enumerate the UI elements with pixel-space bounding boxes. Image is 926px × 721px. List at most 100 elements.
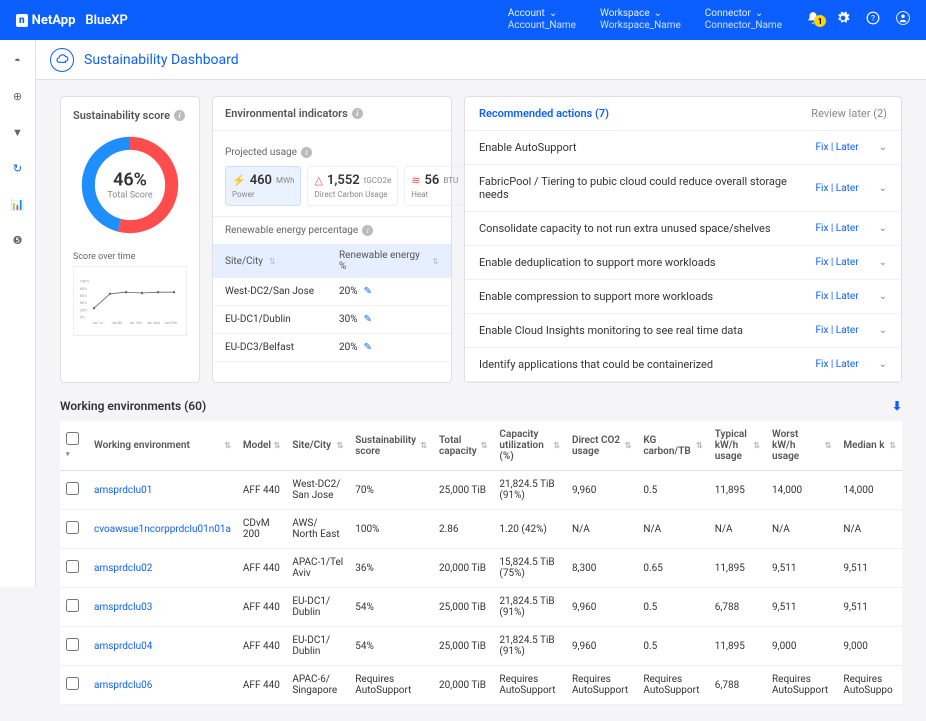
svg-text:60%: 60% [80, 293, 87, 298]
info-icon[interactable]: i [301, 147, 312, 158]
score-donut-chart: 46% Total Score [75, 130, 185, 240]
column-header[interactable]: KG carbon/TB⇅ [637, 421, 708, 471]
page-title: Sustainability Dashboard [84, 52, 239, 68]
env-link[interactable]: cvoawsue1ncorpprdclu01n01a [94, 524, 231, 535]
edit-icon[interactable]: ✎ [364, 314, 372, 325]
column-header[interactable]: Median k⇅ [837, 421, 902, 471]
recommended-actions-card: Recommended actions (7) Review later (2)… [464, 96, 902, 383]
chevron-down-icon[interactable]: ⌄ [879, 183, 887, 194]
metric-tile[interactable]: ⚡460MWhPower [225, 166, 301, 206]
chevron-down-icon[interactable]: ⌄ [879, 359, 887, 370]
gear-icon[interactable] [836, 11, 850, 29]
user-icon[interactable] [896, 11, 910, 29]
recommendation-row: FabricPool / Tiering to pubic cloud coul… [465, 165, 901, 212]
row-checkbox[interactable] [66, 599, 79, 612]
row-checkbox[interactable] [66, 482, 79, 495]
row-checkbox[interactable] [66, 560, 79, 573]
table-row: cvoawsue1ncorpprdclu01n01a CDvM 200AWS/ … [60, 510, 902, 549]
recommendation-row: Enable deduplication to support more wor… [465, 246, 901, 280]
svg-text:Jan 22nd: Jan 22nd [147, 321, 160, 325]
sidebar-shield-icon[interactable]: ▼ [10, 124, 26, 140]
table-row: amsprdclu04 AFF 440EU-DC1/ Dublin54%25,0… [60, 627, 902, 666]
fix-later-link[interactable]: Fix | Later [815, 223, 858, 234]
fix-later-link[interactable]: Fix | Later [815, 291, 858, 302]
help-icon[interactable]: ? [866, 11, 880, 29]
column-header[interactable]: Sustainability score⇅ [349, 421, 433, 471]
metric-tile[interactable]: ≋56BTUHeat [404, 166, 465, 206]
column-header[interactable]: Total capacity⇅ [433, 421, 493, 471]
score-over-time-chart: 100%80%60%50%25%0% Jan 1stJan 8thJan 15t… [73, 266, 187, 336]
svg-text:?: ? [871, 13, 875, 23]
column-header[interactable]: Typical kW/h usage⇅ [709, 421, 766, 471]
chevron-down-icon[interactable]: ⌄ [879, 291, 887, 302]
row-checkbox[interactable] [66, 677, 79, 690]
download-icon[interactable]: ⬇ [892, 399, 902, 413]
sidebar-globe-icon[interactable]: ⊕ [10, 88, 26, 104]
fix-later-link[interactable]: Fix | Later [815, 359, 858, 370]
chevron-down-icon[interactable]: ⌄ [879, 142, 887, 153]
recommendation-row: Enable compression to support more workl… [465, 280, 901, 314]
chevron-down-icon: ⌄ [654, 8, 662, 20]
svg-text:25%: 25% [80, 307, 87, 312]
working-environments-table: ▾Working environment⇅Model⇅Site/City⇅Sus… [60, 421, 902, 705]
sidebar-chart-icon[interactable]: 📊 [10, 196, 26, 212]
chevron-down-icon: ⌄ [549, 8, 557, 20]
chevron-down-icon[interactable]: ⌄ [879, 223, 887, 234]
top-header: n NetApp BlueXP Account⌄ Account_Name Wo… [0, 0, 926, 40]
env-link[interactable]: amsprdclu01 [94, 485, 152, 496]
svg-text:50%: 50% [80, 300, 87, 305]
svg-text:Jan 8th: Jan 8th [112, 321, 123, 325]
recommendation-row: Consolidate capacity to not run extra un… [465, 212, 901, 246]
connector-selector[interactable]: Connector⌄ Connector_Name [705, 8, 782, 32]
env-link[interactable]: amsprdclu03 [94, 602, 152, 613]
metric-icon: ⚡ [232, 174, 246, 187]
info-icon[interactable]: i [174, 110, 185, 121]
brand: BlueXP [85, 13, 127, 28]
working-environments-title: Working environments (60) [60, 399, 206, 413]
sustainability-score-card: Sustainability scorei 46% Total Score Sc… [60, 96, 200, 383]
renewable-row: EU-DC1/Dublin30%✎ [213, 306, 451, 334]
table-row: amsprdclu01 AFF 440West-DC2/ San Jose70%… [60, 471, 902, 510]
column-header[interactable]: Worst kW/h usage⇅ [766, 421, 837, 471]
svg-text:Jan 1st: Jan 1st [92, 321, 103, 325]
netapp-logo: n NetApp [16, 13, 75, 28]
sidebar-dashboard-icon[interactable]: ◓ [10, 52, 26, 68]
fix-later-link[interactable]: Fix | Later [815, 325, 858, 336]
column-header[interactable]: Site/City⇅ [286, 421, 349, 471]
svg-text:Jan 29th: Jan 29th [164, 321, 177, 325]
page-subheader: Sustainability Dashboard [0, 40, 926, 80]
env-link[interactable]: amsprdclu04 [94, 641, 152, 652]
env-link[interactable]: amsprdclu02 [94, 563, 152, 574]
sidebar-cost-icon[interactable]: ❺ [10, 232, 26, 248]
workspace-selector[interactable]: Workspace⌄ Workspace_Name [600, 8, 681, 32]
chevron-down-icon[interactable]: ⌄ [879, 325, 887, 336]
env-indicators-card: Environmental indicatorsi Projected usag… [212, 96, 452, 383]
chevron-down-icon[interactable]: ⌄ [879, 257, 887, 268]
edit-icon[interactable]: ✎ [364, 286, 372, 297]
row-checkbox[interactable] [66, 638, 79, 651]
notification-bell-icon[interactable]: 1 [806, 11, 820, 29]
column-header[interactable]: Capacity utilization (%)⇅ [493, 421, 566, 471]
select-all-checkbox[interactable] [66, 432, 79, 445]
fix-later-link[interactable]: Fix | Later [815, 257, 858, 268]
fix-later-link[interactable]: Fix | Later [815, 142, 858, 153]
table-row: amsprdclu06 AFF 440APAC-6/ SingaporeRequ… [60, 666, 902, 705]
recommendation-row: Enable AutoSupportFix | Later⌄ [465, 131, 901, 165]
row-checkbox[interactable] [66, 521, 79, 534]
info-icon[interactable]: i [352, 108, 363, 119]
column-header[interactable]: Working environment⇅ [88, 421, 237, 471]
metric-tile[interactable]: △1,552tGCO2eDirect Carbon Usage [307, 166, 398, 206]
svg-text:Jan 15th: Jan 15th [129, 321, 142, 325]
table-row: amsprdclu03 AFF 440EU-DC1/ Dublin54%25,0… [60, 588, 902, 627]
sidebar-cloud-icon[interactable]: ↻ [10, 160, 26, 176]
fix-later-link[interactable]: Fix | Later [815, 183, 858, 194]
info-icon[interactable]: i [362, 225, 373, 236]
env-link[interactable]: amsprdclu06 [94, 680, 152, 691]
recommendation-row: Identify applications that could be cont… [465, 348, 901, 382]
edit-icon[interactable]: ✎ [364, 342, 372, 353]
account-selector[interactable]: Account⌄ Account_Name [508, 8, 576, 32]
recommendation-row: Enable Cloud Insights monitoring to see … [465, 314, 901, 348]
column-header[interactable]: Direct CO2 usage⇅ [566, 421, 637, 471]
svg-text:100%: 100% [80, 279, 90, 284]
column-header[interactable]: Model⇅ [237, 421, 286, 471]
